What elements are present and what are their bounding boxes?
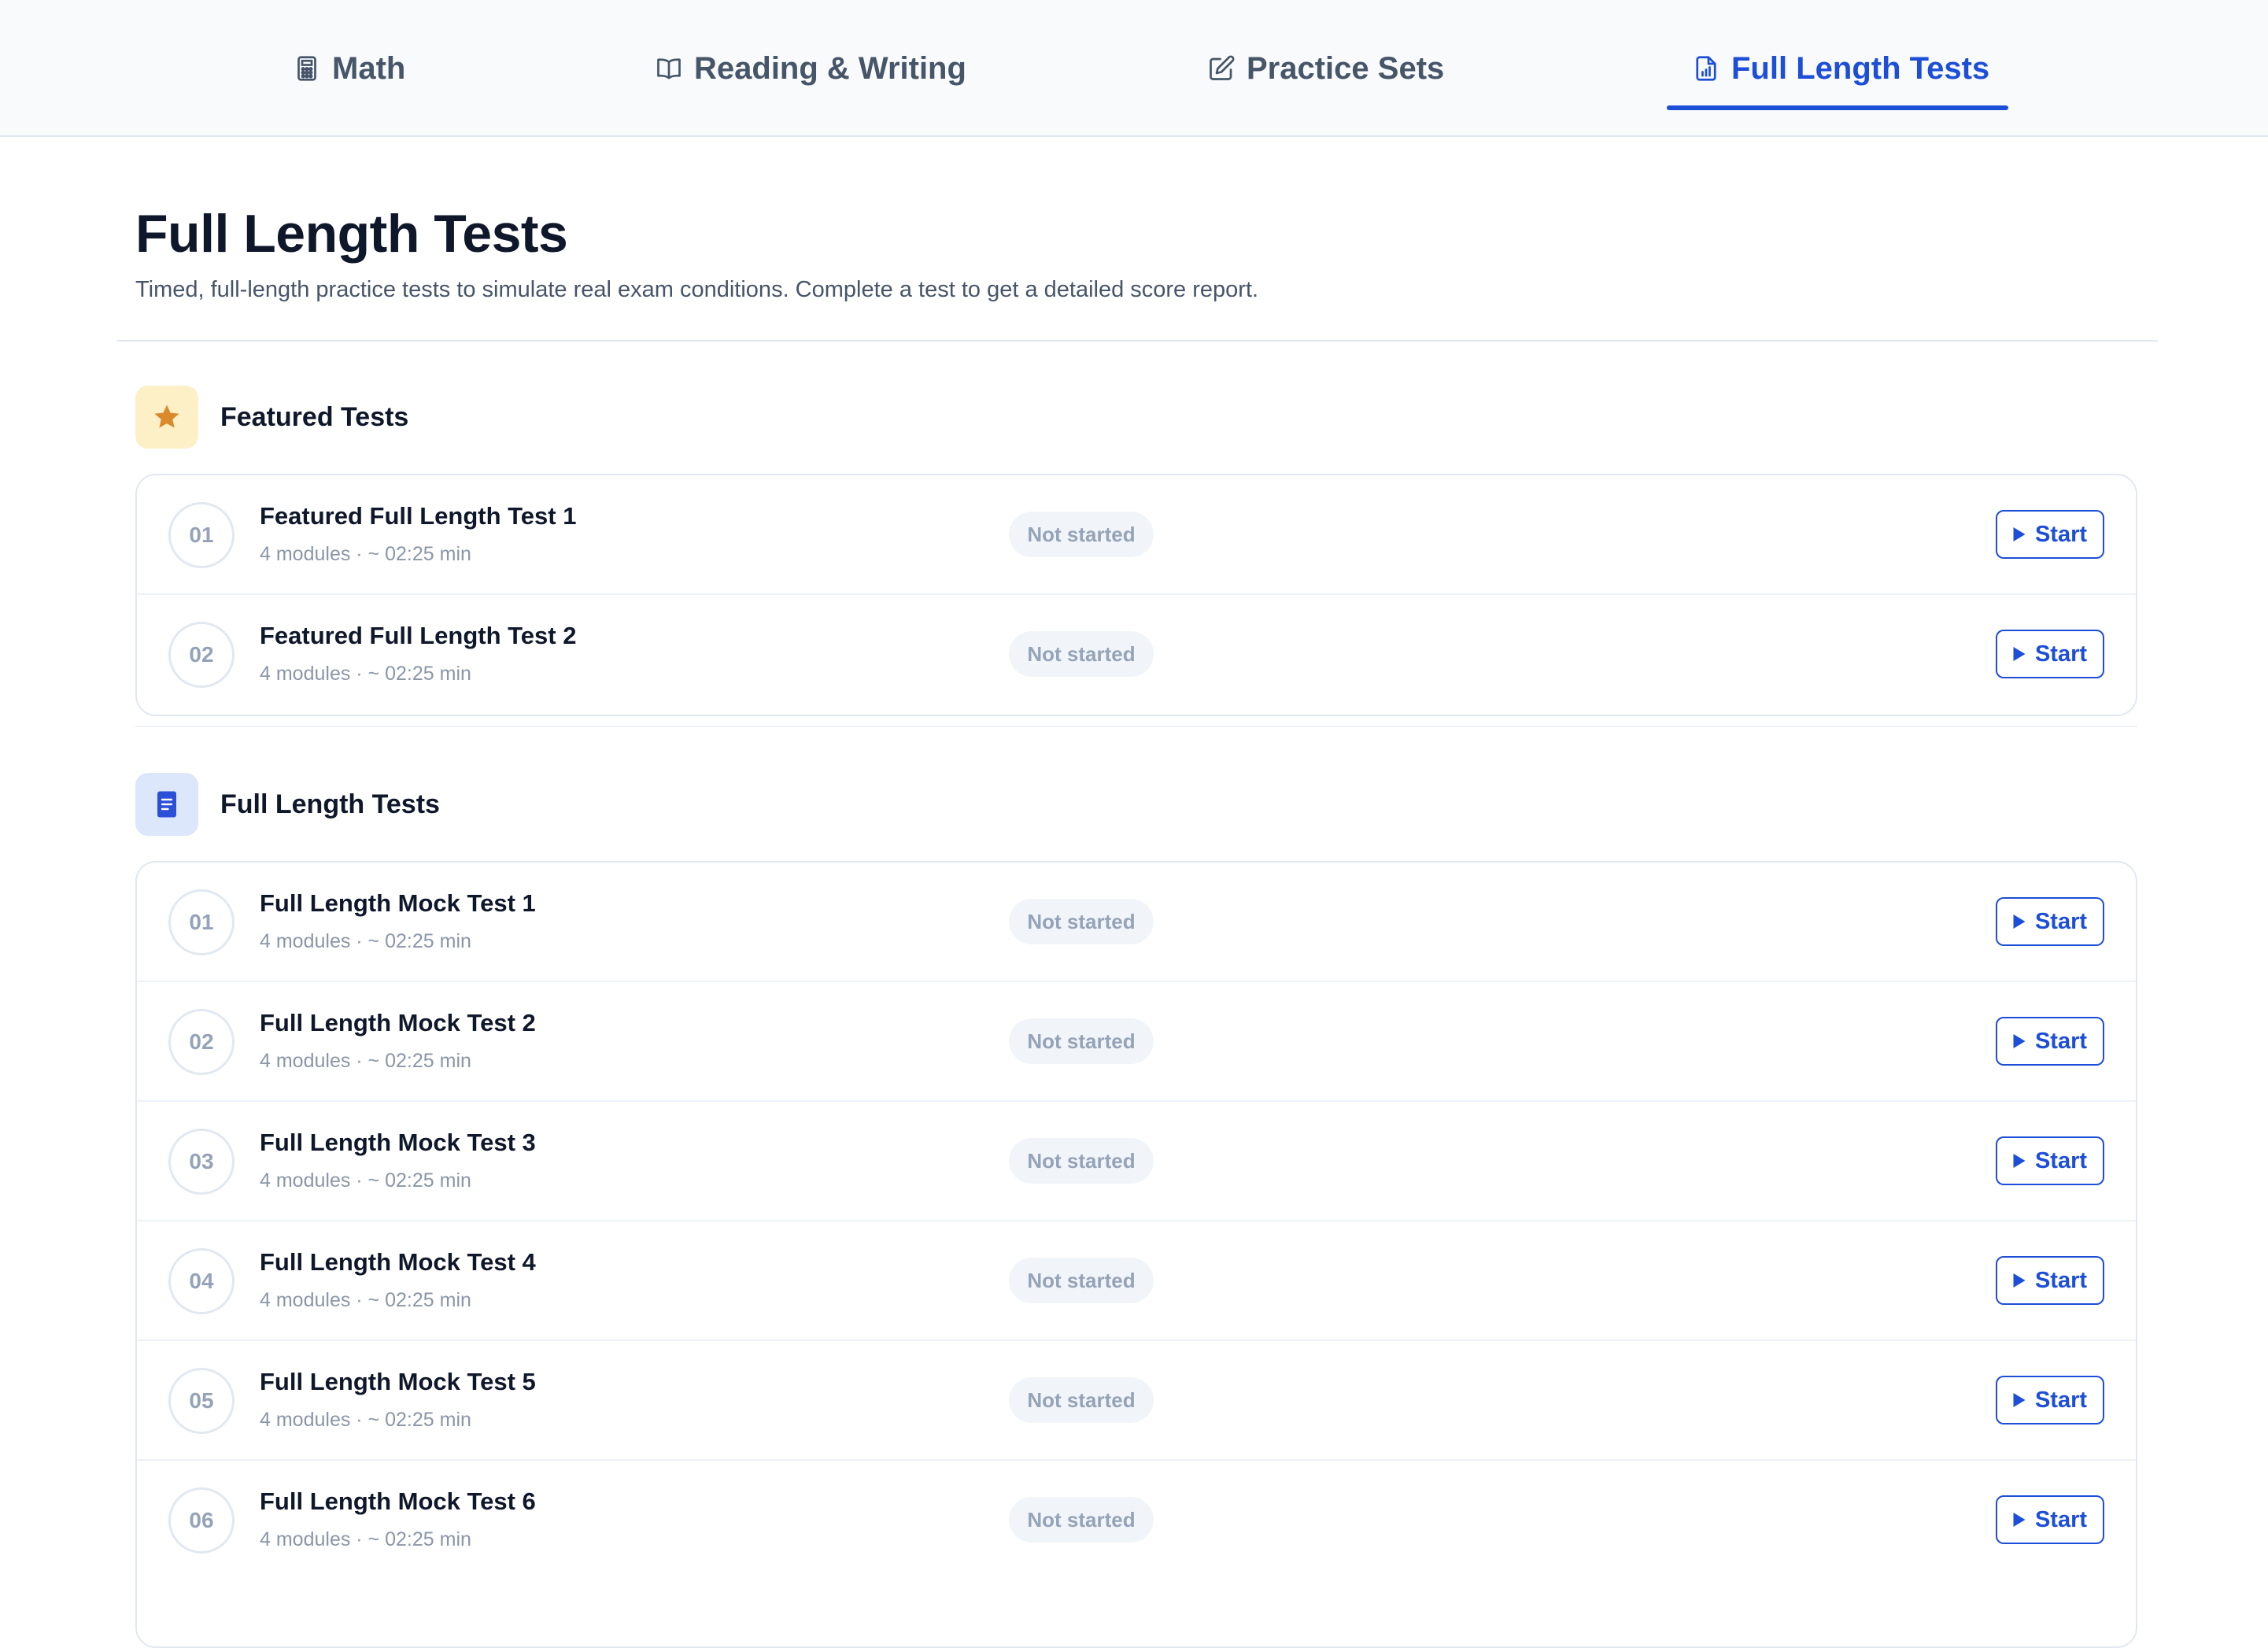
full-length-section-icon (135, 773, 198, 836)
tab-practice-sets-label: Practice Sets (1247, 50, 1445, 86)
list-item: 01 Featured Full Length Test 1 4 modules… (137, 475, 2136, 595)
full-length-tests-list: 01 Full Length Mock Test 1 4 modules · ~… (135, 861, 2137, 1648)
test-meta: 4 modules · ~ 02:25 min (260, 1050, 471, 1072)
play-icon (2013, 647, 2026, 661)
list-item: 01 Full Length Mock Test 1 4 modules · ~… (137, 863, 2136, 982)
section-divider (135, 726, 2137, 727)
list-item: 04 Full Length Mock Test 4 4 modules · ~… (137, 1221, 2136, 1341)
status-badge: Not started (1009, 1018, 1154, 1064)
test-title: Full Length Mock Test 2 (260, 1009, 536, 1036)
featured-section-header: Featured Tests (135, 386, 408, 449)
calculator-icon (297, 56, 316, 81)
page-subtitle: Timed, full-length practice tests to sim… (135, 277, 1259, 302)
test-meta: 4 modules · ~ 02:25 min (260, 543, 471, 565)
play-icon (2013, 527, 2026, 541)
play-icon (2013, 1273, 2026, 1288)
test-title: Featured Full Length Test 1 (260, 502, 577, 530)
tab-math-label: Math (332, 50, 406, 86)
start-button-label: Start (2034, 1387, 2088, 1413)
list-item: 02 Full Length Mock Test 2 4 modules · ~… (137, 982, 2136, 1102)
document-icon (157, 791, 176, 818)
status-badge: Not started (1009, 899, 1154, 944)
list-item: 02 Featured Full Length Test 2 4 modules… (137, 595, 2136, 715)
top-nav: Math Reading & Writing Practice Sets Ful… (0, 0, 2268, 137)
test-meta: 4 modules · ~ 02:25 min (260, 1409, 471, 1431)
star-icon (154, 405, 179, 428)
start-button[interactable]: Start (1996, 1256, 2104, 1305)
start-button[interactable]: Start (1996, 1017, 2104, 1066)
test-meta: 4 modules · ~ 02:25 min (260, 1169, 471, 1192)
tab-full-length-tests[interactable]: Full Length Tests (1692, 0, 1989, 137)
document-chart-icon (1696, 56, 1716, 81)
start-button-label: Start (2034, 1147, 2088, 1173)
header-divider (116, 340, 2158, 342)
tab-math[interactable]: Math (293, 0, 405, 137)
book-open-icon (657, 58, 681, 79)
list-item: 03 Full Length Mock Test 3 4 modules · ~… (137, 1102, 2136, 1221)
featured-section-icon (135, 386, 198, 449)
featured-section-title: Featured Tests (220, 401, 409, 432)
start-button[interactable]: Start (1996, 1376, 2104, 1424)
test-title: Full Length Mock Test 1 (260, 889, 536, 917)
tab-full-length-tests-label: Full Length Tests (1731, 50, 1990, 86)
test-meta: 4 modules · ~ 02:25 min (260, 1528, 471, 1550)
start-button[interactable]: Start (1996, 1495, 2104, 1544)
test-number: 01 (168, 502, 235, 568)
play-icon (2013, 1154, 2026, 1168)
list-item: 06 Full Length Mock Test 6 4 modules · ~… (137, 1461, 2136, 1580)
start-button-label: Start (2034, 521, 2088, 547)
test-number: 01 (168, 889, 235, 955)
play-icon (2013, 1513, 2026, 1527)
start-button[interactable]: Start (1996, 1136, 2104, 1185)
status-badge: Not started (1009, 631, 1154, 677)
test-title: Full Length Mock Test 3 (260, 1129, 536, 1156)
play-icon (2013, 915, 2026, 929)
test-meta: 4 modules · ~ 02:25 min (260, 663, 471, 685)
active-tab-indicator (1667, 105, 2008, 110)
test-number: 06 (168, 1487, 235, 1554)
start-button-label: Start (2034, 908, 2088, 934)
status-badge: Not started (1009, 1377, 1154, 1423)
play-icon (2013, 1034, 2026, 1048)
full-length-section-title: Full Length Tests (220, 789, 440, 819)
status-badge: Not started (1009, 1258, 1154, 1303)
page-title: Full Length Tests (135, 204, 568, 264)
test-title: Full Length Mock Test 5 (260, 1368, 536, 1395)
test-number: 03 (168, 1129, 235, 1195)
test-title: Full Length Mock Test 6 (260, 1487, 536, 1515)
status-badge: Not started (1009, 1497, 1154, 1543)
test-title: Full Length Mock Test 4 (260, 1248, 536, 1276)
start-button-label: Start (2034, 1506, 2088, 1532)
test-number: 05 (168, 1368, 235, 1434)
list-item: 05 Full Length Mock Test 5 4 modules · ~… (137, 1341, 2136, 1461)
start-button[interactable]: Start (1996, 630, 2104, 678)
test-meta: 4 modules · ~ 02:25 min (260, 930, 471, 952)
test-number: 02 (168, 1009, 235, 1075)
play-icon (2013, 1393, 2026, 1407)
start-button-label: Start (2034, 1028, 2088, 1054)
pencil-square-icon (1210, 55, 1235, 80)
test-title: Featured Full Length Test 2 (260, 622, 577, 649)
status-badge: Not started (1009, 1138, 1154, 1184)
start-button-label: Start (2034, 641, 2088, 667)
tab-reading-writing[interactable]: Reading & Writing (655, 0, 966, 137)
featured-tests-list: 01 Featured Full Length Test 1 4 modules… (135, 474, 2137, 716)
start-button[interactable]: Start (1996, 510, 2104, 559)
test-number: 04 (168, 1248, 235, 1314)
start-button[interactable]: Start (1996, 897, 2104, 946)
test-number: 02 (168, 622, 235, 688)
tab-reading-writing-label: Reading & Writing (694, 50, 966, 86)
start-button-label: Start (2034, 1267, 2088, 1293)
test-meta: 4 modules · ~ 02:25 min (260, 1289, 471, 1311)
full-length-section-header: Full Length Tests (135, 773, 440, 836)
tab-practice-sets[interactable]: Practice Sets (1207, 0, 1444, 137)
status-badge: Not started (1009, 512, 1154, 557)
